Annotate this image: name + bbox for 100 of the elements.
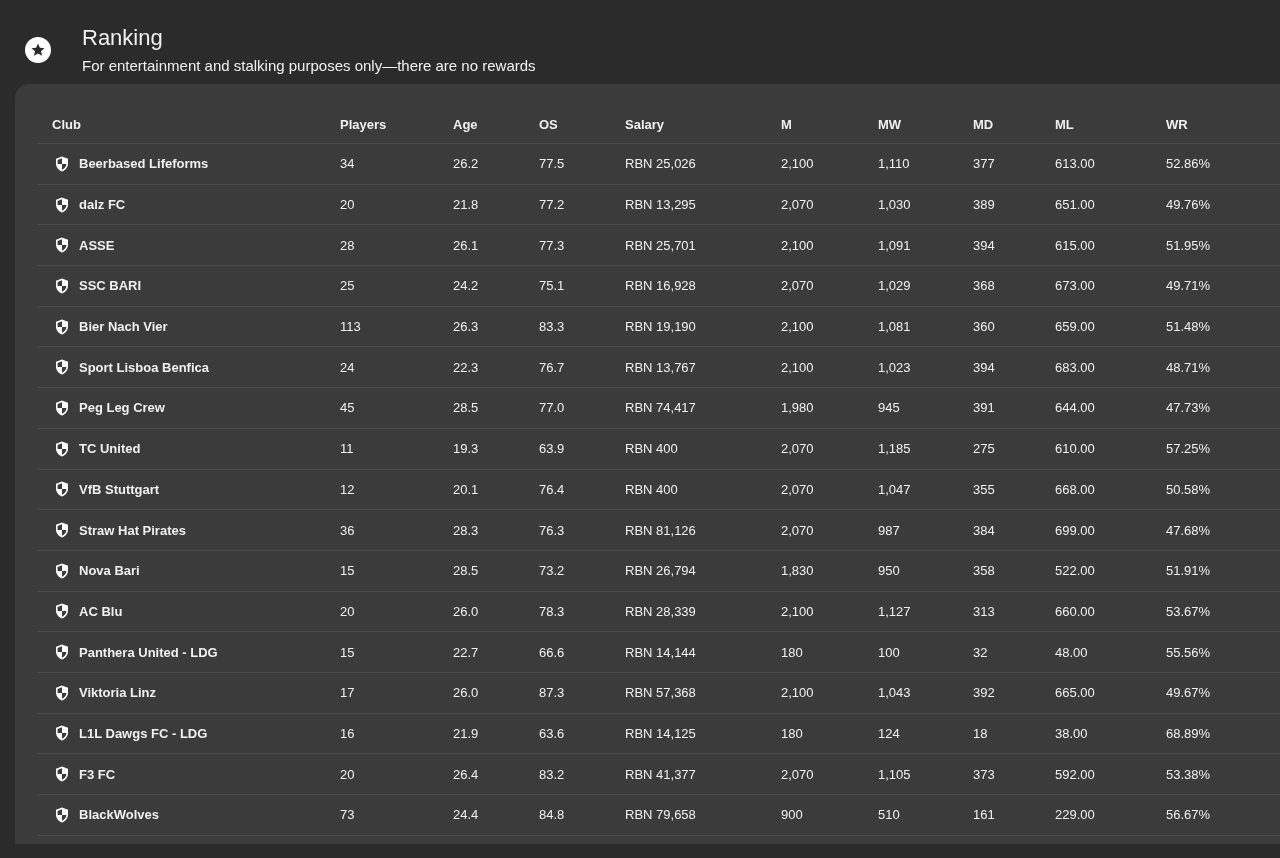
table-cell: 32 [973,644,988,660]
table-cell: 950 [878,563,900,579]
shield-icon [55,481,69,498]
table-cell: 945 [878,400,900,416]
table-cell: 28.5 [453,563,479,579]
table-cell: 12 [340,481,355,497]
table-cell: 22.7 [453,644,479,660]
table-cell: 77.2 [539,197,565,213]
club-name: Panthera United - LDG [79,644,218,660]
shield-icon [55,684,69,701]
table-cell: 53.38% [1166,766,1211,782]
table-cell: 47.73% [1166,400,1211,416]
table-cell: 18 [973,725,988,741]
table-cell: 394 [973,237,995,253]
table-cell: 1,980 [781,400,814,416]
table-cell: 2,070 [781,197,814,213]
table-cell: 83.3 [539,319,565,335]
table-cell: 651.00 [1055,197,1095,213]
table-cell: 100 [878,644,900,660]
shield-icon [55,237,69,254]
table-cell: 55.56% [1166,644,1211,660]
table-cell: 25 [340,278,355,294]
table-cell: 51.95% [1166,237,1211,253]
table-cell: 87.3 [539,685,565,701]
table-cell: 2,070 [781,766,814,782]
table-cell: 373 [973,766,995,782]
table-cell: 57.25% [1166,441,1211,457]
table-cell: 699.00 [1055,522,1095,538]
table-cell: 20 [340,766,355,782]
table-cell: 360 [973,319,995,335]
club-name: Sport Lisboa Benfica [79,359,210,375]
shield-icon [55,603,69,620]
table-cell: 28.3 [453,522,479,538]
table-cell: 2,070 [781,278,814,294]
table-cell: RBN 14,144 [625,644,696,660]
table-cell: 613.00 [1055,156,1095,172]
table-cell: RBN 81,126 [625,522,696,538]
table-cell: 673.00 [1055,278,1095,294]
table-cell: 53.67% [1166,603,1211,619]
table-cell: 83.2 [539,766,565,782]
table-cell: 26.4 [453,766,479,782]
table-cell: 161 [973,807,995,823]
table-cell: 48.00 [1055,644,1088,660]
table-cell: 1,105 [878,766,911,782]
column-header: MD [973,117,994,132]
table-cell: 1,830 [781,563,814,579]
club-name: Viktoria Linz [79,685,157,701]
table-cell: 45 [340,400,355,416]
table-cell: 392 [973,685,995,701]
table-cell: RBN 28,339 [625,603,696,619]
table-cell: 68.89% [1166,725,1211,741]
column-header: WR [1166,117,1188,132]
page-subtitle: For entertainment and stalking purposes only—there are no rewards [82,56,536,76]
table-cell: 1,127 [878,603,911,619]
shield-icon [55,318,69,335]
shield-icon [55,155,69,172]
table-cell: 47.68% [1166,522,1211,538]
table-cell: 16 [340,725,355,741]
table-cell: 1,029 [878,278,911,294]
table-cell: 368 [973,278,995,294]
table-cell: 48.71% [1166,359,1211,375]
shield-icon [55,359,69,376]
club-name: F3 FC [79,766,116,782]
table-cell: 384 [973,522,995,538]
table-cell: 52.86% [1166,156,1211,172]
table-cell: 26.3 [453,319,479,335]
table-cell: 1,185 [878,441,911,457]
table-cell: 28.5 [453,400,479,416]
table-cell: 355 [973,481,995,497]
shield-icon [55,522,69,539]
shield-icon [55,806,69,823]
table-cell: 2,100 [781,237,814,253]
club-name: Straw Hat Pirates [79,522,186,538]
table-cell: 66.6 [539,644,565,660]
table-cell: 84.8 [539,807,565,823]
table-cell: 2,070 [781,481,814,497]
table-cell: 900 [781,807,803,823]
table-cell: 77.5 [539,156,565,172]
table-cell: 2,100 [781,685,814,701]
table-cell: 75.1 [539,278,565,294]
club-name: TC United [79,441,141,457]
column-header: MW [878,117,902,132]
club-name: dalz FC [79,197,126,213]
table-cell: 15 [340,563,355,579]
table-cell: 2,100 [781,359,814,375]
page-title: Ranking [82,24,164,52]
table-cell: 358 [973,563,995,579]
table-cell: 394 [973,359,995,375]
club-name: L1L Dawgs FC - LDG [79,725,208,741]
table-cell: 24 [340,359,355,375]
table-cell: 24.4 [453,807,479,823]
table-cell: RBN 26,794 [625,563,696,579]
table-cell: 180 [781,644,803,660]
table-cell: 49.67% [1166,685,1211,701]
table-cell: 113 [340,319,361,335]
table-cell: 668.00 [1055,481,1095,497]
table-cell: 683.00 [1055,359,1095,375]
table-cell: 49.76% [1166,197,1211,213]
table-cell: 11 [340,441,354,457]
table-cell: 610.00 [1055,441,1095,457]
